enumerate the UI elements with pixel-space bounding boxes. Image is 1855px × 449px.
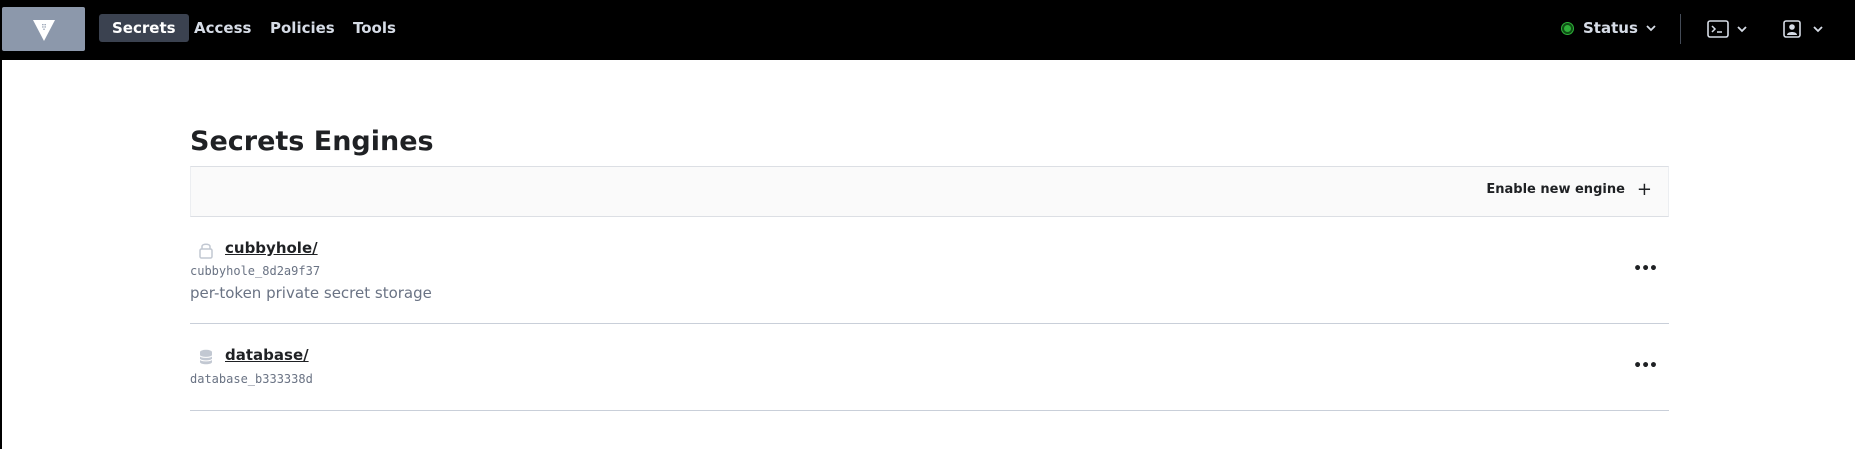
lock-icon	[199, 243, 213, 259]
engine-path-link[interactable]: cubbyhole/	[225, 239, 318, 257]
toolbar: Enable new engine +	[190, 166, 1669, 217]
vault-logo-icon	[33, 20, 55, 41]
chevron-down-icon	[1646, 24, 1656, 31]
engine-accessor: database_b333338d	[190, 372, 313, 386]
engine-path-link[interactable]: database/	[225, 346, 309, 364]
nav-access[interactable]: Access	[181, 14, 264, 42]
database-icon	[199, 349, 213, 365]
list-item[interactable]: database/ database_b333338d •••	[190, 324, 1669, 411]
terminal-icon	[1707, 20, 1729, 38]
status-menu[interactable]: Status	[1562, 14, 1656, 42]
status-label: Status	[1583, 19, 1638, 37]
plus-icon: +	[1636, 178, 1652, 200]
enable-new-engine-label: Enable new engine	[1486, 182, 1625, 197]
user-icon	[1783, 20, 1801, 38]
row-actions-menu[interactable]: •••	[1633, 358, 1658, 374]
enable-new-engine-button[interactable]: Enable new engine +	[1486, 178, 1652, 200]
chevron-down-icon	[1737, 25, 1747, 32]
nav-divider	[1680, 14, 1681, 44]
user-menu[interactable]	[1783, 16, 1823, 42]
vault-logo-home-link[interactable]	[2, 7, 85, 51]
nav-tools[interactable]: Tools	[340, 14, 409, 42]
nav-secrets[interactable]: Secrets	[99, 14, 189, 42]
page-title: Secrets Engines	[190, 126, 434, 157]
nav-policies[interactable]: Policies	[257, 14, 348, 42]
engine-description: per-token private secret storage	[190, 284, 432, 302]
engine-accessor: cubbyhole_8d2a9f37	[190, 264, 321, 278]
chevron-down-icon	[1813, 25, 1823, 32]
row-actions-menu[interactable]: •••	[1633, 261, 1658, 277]
status-indicator-icon	[1562, 22, 1573, 34]
console-menu[interactable]	[1707, 16, 1747, 42]
top-navbar: Secrets Access Policies Tools Status	[0, 0, 1855, 60]
list-item[interactable]: cubbyhole/ cubbyhole_8d2a9f37 per-token …	[190, 217, 1669, 324]
page-edge	[0, 60, 2, 449]
